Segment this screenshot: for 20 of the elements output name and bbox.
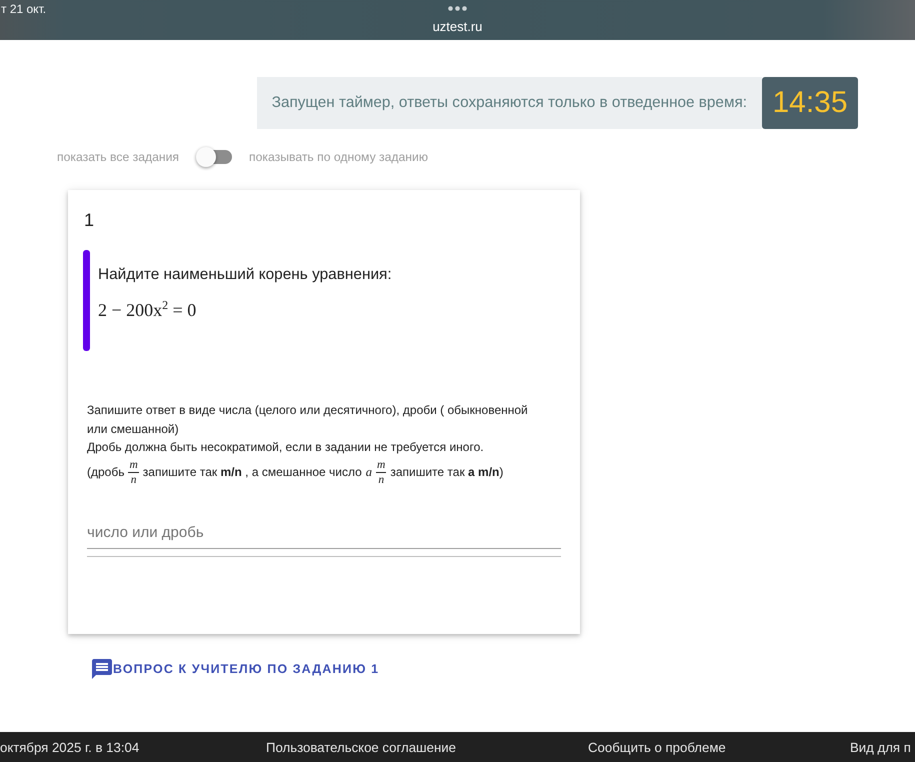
message-icon <box>92 658 112 678</box>
timer-display: 14:35 <box>762 77 858 129</box>
equation: 2 − 200x$^{2}$ = 0 <box>98 300 196 320</box>
timer-message: Запущен таймер, ответы сохраняются только в отведенное время: <box>256 77 762 129</box>
ask-teacher-button[interactable]: ВОПРОС К УЧИТЕЛЮ ПО ЗАДАНИЮ 1 <box>92 658 380 678</box>
task-number: 1 <box>84 209 96 232</box>
status-date: т 21 окт. <box>0 2 46 16</box>
footer-timestamp: октября 2025 г. в 13:04 <box>0 740 140 754</box>
instruction-text: Дробь должна быть несократимой, если в задании не требуется иного. <box>87 439 485 456</box>
instruction-text: Запишите ответ в виде числа (целого или десятичного), дроби ( обыкновенной или смешанной) <box>87 402 529 438</box>
question-text: Найдите наименьший корень уравнения: <box>98 266 392 284</box>
toggle-label: показать все задания <box>57 150 180 164</box>
footer-link[interactable]: Сообщить о проблеме <box>588 740 726 754</box>
more-icon[interactable] <box>448 6 467 11</box>
site-address[interactable]: uztest.ru <box>432 19 482 35</box>
answer-field[interactable]: число или дробь <box>87 518 561 548</box>
toggle-switch[interactable] <box>196 147 232 167</box>
footer-link[interactable]: Вид для п <box>850 740 911 754</box>
toggle-label: показывать по одному заданию <box>249 150 428 164</box>
footer-link[interactable]: Пользовательское соглашение <box>266 740 456 754</box>
